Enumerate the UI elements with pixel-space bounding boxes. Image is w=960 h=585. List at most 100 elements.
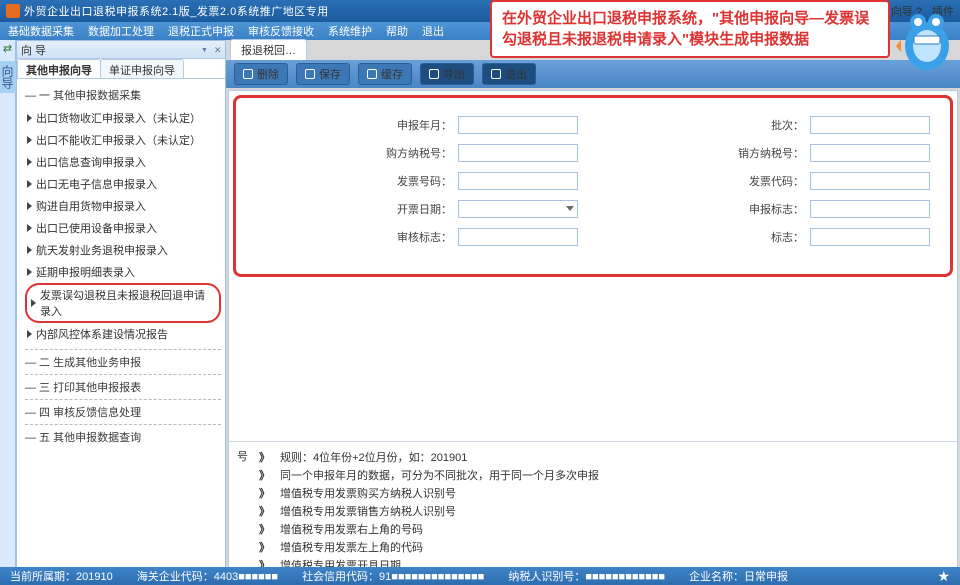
content-pane: 申报年月：批次：购方纳税号：销方纳税号：发票号码：发票代码：开票日期：申报标志：… xyxy=(228,90,958,583)
rules-left-label: 号 xyxy=(237,448,248,464)
arrow-icon xyxy=(27,330,32,338)
document-tab[interactable]: 报退税回… xyxy=(230,39,307,60)
menu-item[interactable]: 数据加工处理 xyxy=(88,23,154,39)
panel-tabs: 其他申报向导 单证申报向导 xyxy=(17,59,225,79)
annotation-callout: 在外贸企业出口退税申报系统，"其他申报向导—发票误勾退税且未报退税申请录入"模块… xyxy=(490,0,890,58)
panel-controls[interactable]: ▾ ✕ xyxy=(201,43,221,56)
tree-item-label: 出口已使用设备申报录入 xyxy=(36,220,157,236)
arrow-icon xyxy=(31,299,36,307)
tree-section[interactable]: — 二 生成其他业务申报 xyxy=(25,354,221,370)
tree-item-label: 内部风控体系建设情况报告 xyxy=(36,326,168,342)
button-label: 导出 xyxy=(443,66,465,82)
tab-other-wizard[interactable]: 其他申报向导 xyxy=(17,59,101,78)
tree-section[interactable]: — 五 其他申报数据查询 xyxy=(25,429,221,445)
toolbar: 删除保存 缓存 导出 退出 xyxy=(226,60,960,88)
tree-item-label: 出口不能收汇申报录入（未认定） xyxy=(36,132,201,148)
field-label: 购方纳税号： xyxy=(386,145,452,161)
panel-title: 向 导 xyxy=(21,42,46,58)
tree-item-label: 购进自用货物申报录入 xyxy=(36,198,146,214)
trash-button[interactable]: 删除 xyxy=(234,63,288,85)
form-field: 发票代码： xyxy=(608,172,930,190)
button-label: 缓存 xyxy=(381,66,403,82)
rule-text: 增值税专用发票购买方纳税人识别号 xyxy=(280,485,456,501)
app-icon xyxy=(6,4,20,18)
field-label: 销方纳税号： xyxy=(738,145,804,161)
field-input[interactable] xyxy=(810,200,930,218)
tree-item[interactable]: 出口货物收汇申报录入（未认定） xyxy=(25,107,221,129)
arrow-icon xyxy=(27,224,32,232)
form-field: 批次： xyxy=(608,116,930,134)
rule-line: 》增值税专用发票销售方纳税人识别号 xyxy=(259,502,947,520)
field-input[interactable] xyxy=(458,200,578,218)
panel-header: 向 导 ▾ ✕ xyxy=(17,41,225,59)
wizard-tree: — 一 其他申报数据采集 出口货物收汇申报录入（未认定） 出口不能收汇申报录入（未… xyxy=(17,79,225,584)
statusbar: 当前所属期：201910 海关企业代码：4403■■■■■■ 社会信用代码：91… xyxy=(0,567,960,585)
bullet-icon: 》 xyxy=(259,485,270,501)
menu-item[interactable]: 审核反馈接收 xyxy=(248,23,314,39)
tree-section[interactable]: — 三 打印其他申报报表 xyxy=(25,379,221,395)
menu-item[interactable]: 退税正式申报 xyxy=(168,23,234,39)
field-input[interactable] xyxy=(810,228,930,246)
menu-item[interactable]: 帮助 xyxy=(386,23,408,39)
tree-item[interactable]: 出口信息查询申报录入 xyxy=(25,151,221,173)
form-field: 销方纳税号： xyxy=(608,144,930,162)
trash-icon xyxy=(243,69,253,79)
tab-doc-wizard[interactable]: 单证申报向导 xyxy=(100,59,184,78)
ram-button[interactable]: 缓存 xyxy=(358,63,412,85)
field-input[interactable] xyxy=(458,172,578,190)
tree-item[interactable]: 出口无电子信息申报录入 xyxy=(25,173,221,195)
field-input[interactable] xyxy=(810,144,930,162)
field-label: 标志： xyxy=(771,229,804,245)
field-input[interactable] xyxy=(458,116,578,134)
field-label: 开票日期： xyxy=(397,201,452,217)
tree-item-label: 航天发射业务退税申报录入 xyxy=(36,242,168,258)
rule-line: 》增值税专用发票右上角的号码 xyxy=(259,520,947,538)
form-field: 审核标志： xyxy=(256,228,578,246)
arrow-icon xyxy=(27,180,32,188)
menu-item[interactable]: 基础数据采集 xyxy=(8,23,74,39)
field-label: 批次： xyxy=(771,117,804,133)
rule-line: 》同一个申报年月的数据，可分为不同批次，用于同一个月多次申报 xyxy=(259,466,947,484)
tree-section[interactable]: — 四 审核反馈信息处理 xyxy=(25,404,221,420)
arrow-icon xyxy=(27,246,32,254)
tree-item[interactable]: 发票误勾退税且未报退税回退申请录入 xyxy=(25,283,221,323)
field-input[interactable] xyxy=(458,144,578,162)
tree-item[interactable]: 内部风控体系建设情况报告 xyxy=(25,323,221,345)
arrow-icon xyxy=(27,268,32,276)
arrow-icon xyxy=(27,158,32,166)
status-credit: 社会信用代码：91■■■■■■■■■■■■■■ xyxy=(302,568,484,584)
menu-item[interactable]: 系统维护 xyxy=(328,23,372,39)
side-rail-tab[interactable]: 向导 xyxy=(0,61,17,93)
field-label: 发票代码： xyxy=(749,173,804,189)
field-input[interactable] xyxy=(458,228,578,246)
export-button[interactable]: 导出 xyxy=(420,63,474,85)
status-tax: 纳税人识别号：■■■■■■■■■■■■ xyxy=(508,568,665,584)
status-star-icon: ★ xyxy=(937,568,950,585)
field-label: 申报年月： xyxy=(397,117,452,133)
menu-item[interactable]: 退出 xyxy=(422,23,444,39)
tree-item[interactable]: 出口不能收汇申报录入（未认定） xyxy=(25,129,221,151)
save-icon xyxy=(305,69,315,79)
bullet-icon: 》 xyxy=(259,539,270,555)
tree-item[interactable]: 购进自用货物申报录入 xyxy=(25,195,221,217)
tree-item[interactable]: 延期申报明细表录入 xyxy=(25,261,221,283)
form-field: 购方纳税号： xyxy=(256,144,578,162)
rule-text: 规则：4位年份+2位月份，如：201901 xyxy=(280,449,467,465)
tree-item-label: 发票误勾退税且未报退税回退申请录入 xyxy=(40,287,215,319)
exit-icon xyxy=(491,69,501,79)
field-input[interactable] xyxy=(810,172,930,190)
tree-item[interactable]: 航天发射业务退税申报录入 xyxy=(25,239,221,261)
tree-item[interactable]: 出口已使用设备申报录入 xyxy=(25,217,221,239)
exit-button[interactable]: 退出 xyxy=(482,63,536,85)
tree-group-1[interactable]: — 一 其他申报数据采集 xyxy=(25,87,221,103)
status-customs: 海关企业代码：4403■■■■■■ xyxy=(137,568,278,584)
save-button[interactable]: 保存 xyxy=(296,63,350,85)
rules-panel: 号 》规则：4位年份+2位月份，如：201901》同一个申报年月的数据，可分为不… xyxy=(229,441,957,582)
rule-line: 》规则：4位年份+2位月份，如：201901 xyxy=(259,448,947,466)
rule-text: 同一个申报年月的数据，可分为不同批次，用于同一个月多次申报 xyxy=(280,467,599,483)
field-input[interactable] xyxy=(810,116,930,134)
form-field: 标志： xyxy=(608,228,930,246)
status-name: 企业名称：日常申报 xyxy=(689,568,788,584)
status-period: 当前所属期：201910 xyxy=(10,568,113,584)
field-label: 发票号码： xyxy=(397,173,452,189)
